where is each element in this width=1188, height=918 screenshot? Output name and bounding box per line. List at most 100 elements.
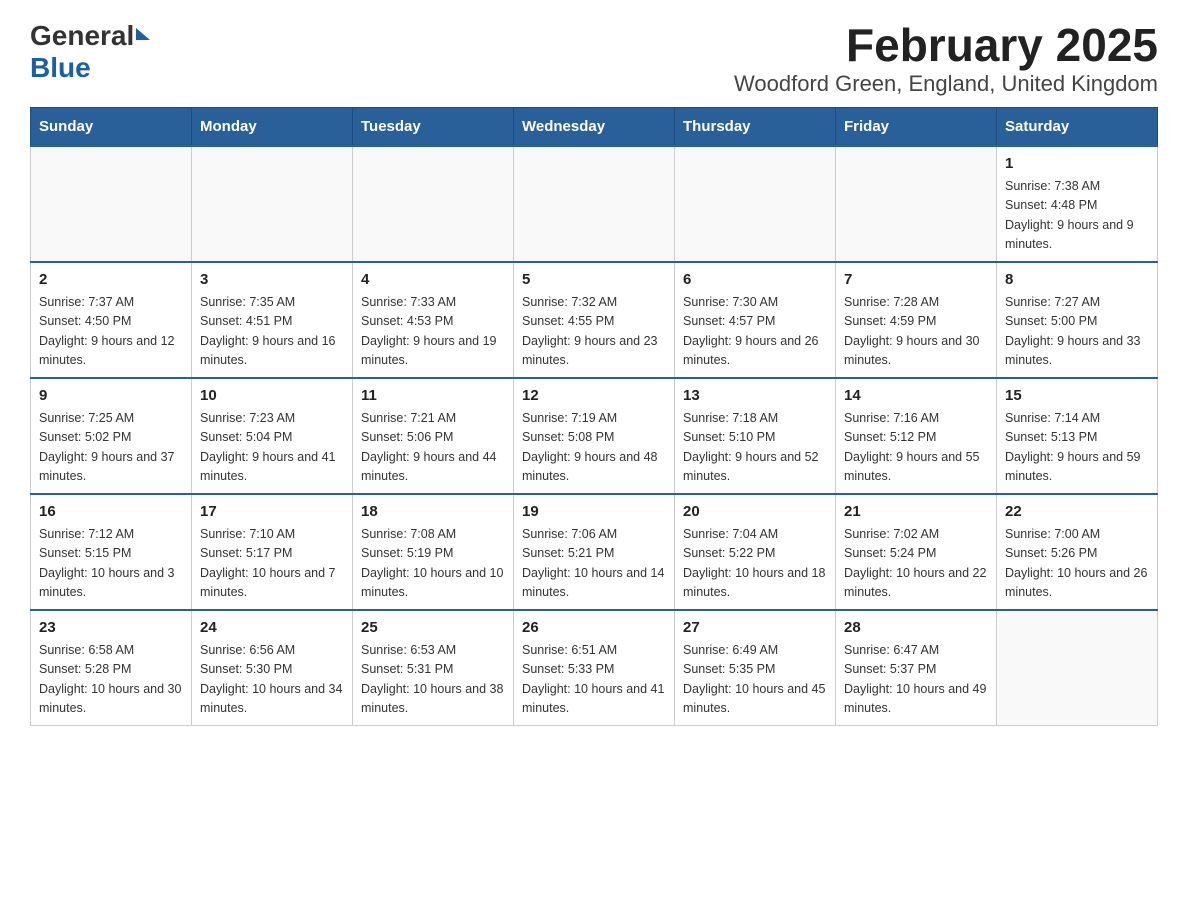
calendar-week-row: 23Sunrise: 6:58 AM Sunset: 5:28 PM Dayli…: [31, 610, 1158, 726]
day-info: Sunrise: 7:04 AM Sunset: 5:22 PM Dayligh…: [683, 525, 827, 603]
calendar-cell: 23Sunrise: 6:58 AM Sunset: 5:28 PM Dayli…: [31, 610, 192, 726]
calendar-cell: 11Sunrise: 7:21 AM Sunset: 5:06 PM Dayli…: [353, 378, 514, 494]
day-number: 8: [1005, 269, 1149, 292]
day-info: Sunrise: 7:02 AM Sunset: 5:24 PM Dayligh…: [844, 525, 988, 603]
calendar-cell: 4Sunrise: 7:33 AM Sunset: 4:53 PM Daylig…: [353, 262, 514, 378]
day-info: Sunrise: 7:18 AM Sunset: 5:10 PM Dayligh…: [683, 409, 827, 487]
calendar-cell: 16Sunrise: 7:12 AM Sunset: 5:15 PM Dayli…: [31, 494, 192, 610]
calendar-cell: 10Sunrise: 7:23 AM Sunset: 5:04 PM Dayli…: [192, 378, 353, 494]
day-number: 23: [39, 617, 183, 640]
logo-general-text: General: [30, 20, 134, 52]
title-block: February 2025 Woodford Green, England, U…: [734, 20, 1158, 97]
calendar-cell: [31, 146, 192, 262]
logo-arrow-icon: [136, 28, 150, 40]
calendar-cell: 21Sunrise: 7:02 AM Sunset: 5:24 PM Dayli…: [836, 494, 997, 610]
calendar-week-row: 16Sunrise: 7:12 AM Sunset: 5:15 PM Dayli…: [31, 494, 1158, 610]
calendar-cell: 17Sunrise: 7:10 AM Sunset: 5:17 PM Dayli…: [192, 494, 353, 610]
calendar-cell: 13Sunrise: 7:18 AM Sunset: 5:10 PM Dayli…: [675, 378, 836, 494]
day-info: Sunrise: 7:37 AM Sunset: 4:50 PM Dayligh…: [39, 293, 183, 371]
day-number: 25: [361, 617, 505, 640]
day-number: 1: [1005, 153, 1149, 176]
weekday-header-thursday: Thursday: [675, 107, 836, 146]
day-number: 3: [200, 269, 344, 292]
calendar-week-row: 9Sunrise: 7:25 AM Sunset: 5:02 PM Daylig…: [31, 378, 1158, 494]
calendar-cell: 18Sunrise: 7:08 AM Sunset: 5:19 PM Dayli…: [353, 494, 514, 610]
calendar-week-row: 1Sunrise: 7:38 AM Sunset: 4:48 PM Daylig…: [31, 146, 1158, 262]
day-number: 24: [200, 617, 344, 640]
page-header: General Blue February 2025 Woodford Gree…: [30, 20, 1158, 97]
calendar-cell: 2Sunrise: 7:37 AM Sunset: 4:50 PM Daylig…: [31, 262, 192, 378]
weekday-header-tuesday: Tuesday: [353, 107, 514, 146]
calendar-cell: 15Sunrise: 7:14 AM Sunset: 5:13 PM Dayli…: [997, 378, 1158, 494]
day-number: 7: [844, 269, 988, 292]
calendar-cell: 24Sunrise: 6:56 AM Sunset: 5:30 PM Dayli…: [192, 610, 353, 726]
day-info: Sunrise: 7:27 AM Sunset: 5:00 PM Dayligh…: [1005, 293, 1149, 371]
calendar-cell: 12Sunrise: 7:19 AM Sunset: 5:08 PM Dayli…: [514, 378, 675, 494]
day-info: Sunrise: 7:16 AM Sunset: 5:12 PM Dayligh…: [844, 409, 988, 487]
calendar-week-row: 2Sunrise: 7:37 AM Sunset: 4:50 PM Daylig…: [31, 262, 1158, 378]
calendar-cell: 1Sunrise: 7:38 AM Sunset: 4:48 PM Daylig…: [997, 146, 1158, 262]
day-info: Sunrise: 7:30 AM Sunset: 4:57 PM Dayligh…: [683, 293, 827, 371]
calendar-cell: 26Sunrise: 6:51 AM Sunset: 5:33 PM Dayli…: [514, 610, 675, 726]
day-number: 28: [844, 617, 988, 640]
day-info: Sunrise: 6:56 AM Sunset: 5:30 PM Dayligh…: [200, 641, 344, 719]
day-number: 11: [361, 385, 505, 408]
day-number: 20: [683, 501, 827, 524]
day-number: 18: [361, 501, 505, 524]
day-info: Sunrise: 7:23 AM Sunset: 5:04 PM Dayligh…: [200, 409, 344, 487]
day-info: Sunrise: 6:58 AM Sunset: 5:28 PM Dayligh…: [39, 641, 183, 719]
calendar-cell: [353, 146, 514, 262]
day-info: Sunrise: 7:19 AM Sunset: 5:08 PM Dayligh…: [522, 409, 666, 487]
calendar-body: 1Sunrise: 7:38 AM Sunset: 4:48 PM Daylig…: [31, 146, 1158, 726]
calendar-cell: 7Sunrise: 7:28 AM Sunset: 4:59 PM Daylig…: [836, 262, 997, 378]
day-info: Sunrise: 7:06 AM Sunset: 5:21 PM Dayligh…: [522, 525, 666, 603]
day-info: Sunrise: 7:32 AM Sunset: 4:55 PM Dayligh…: [522, 293, 666, 371]
day-number: 9: [39, 385, 183, 408]
day-number: 14: [844, 385, 988, 408]
day-info: Sunrise: 6:51 AM Sunset: 5:33 PM Dayligh…: [522, 641, 666, 719]
calendar-cell: 25Sunrise: 6:53 AM Sunset: 5:31 PM Dayli…: [353, 610, 514, 726]
weekday-header-monday: Monday: [192, 107, 353, 146]
day-number: 6: [683, 269, 827, 292]
day-number: 19: [522, 501, 666, 524]
day-number: 26: [522, 617, 666, 640]
day-info: Sunrise: 7:35 AM Sunset: 4:51 PM Dayligh…: [200, 293, 344, 371]
calendar-cell: 8Sunrise: 7:27 AM Sunset: 5:00 PM Daylig…: [997, 262, 1158, 378]
day-info: Sunrise: 7:28 AM Sunset: 4:59 PM Dayligh…: [844, 293, 988, 371]
day-number: 16: [39, 501, 183, 524]
day-number: 10: [200, 385, 344, 408]
day-info: Sunrise: 7:25 AM Sunset: 5:02 PM Dayligh…: [39, 409, 183, 487]
day-info: Sunrise: 6:47 AM Sunset: 5:37 PM Dayligh…: [844, 641, 988, 719]
day-info: Sunrise: 7:21 AM Sunset: 5:06 PM Dayligh…: [361, 409, 505, 487]
calendar-cell: [997, 610, 1158, 726]
day-number: 21: [844, 501, 988, 524]
page-subtitle: Woodford Green, England, United Kingdom: [734, 71, 1158, 97]
day-number: 17: [200, 501, 344, 524]
calendar-cell: 14Sunrise: 7:16 AM Sunset: 5:12 PM Dayli…: [836, 378, 997, 494]
weekday-header-saturday: Saturday: [997, 107, 1158, 146]
calendar-cell: [675, 146, 836, 262]
weekday-header-wednesday: Wednesday: [514, 107, 675, 146]
day-info: Sunrise: 7:14 AM Sunset: 5:13 PM Dayligh…: [1005, 409, 1149, 487]
page-title: February 2025: [734, 20, 1158, 71]
calendar-cell: 20Sunrise: 7:04 AM Sunset: 5:22 PM Dayli…: [675, 494, 836, 610]
day-number: 27: [683, 617, 827, 640]
day-number: 12: [522, 385, 666, 408]
calendar-cell: 22Sunrise: 7:00 AM Sunset: 5:26 PM Dayli…: [997, 494, 1158, 610]
day-number: 5: [522, 269, 666, 292]
calendar-cell: 27Sunrise: 6:49 AM Sunset: 5:35 PM Dayli…: [675, 610, 836, 726]
calendar-cell: 3Sunrise: 7:35 AM Sunset: 4:51 PM Daylig…: [192, 262, 353, 378]
day-info: Sunrise: 7:38 AM Sunset: 4:48 PM Dayligh…: [1005, 177, 1149, 255]
day-number: 4: [361, 269, 505, 292]
calendar-cell: [514, 146, 675, 262]
day-info: Sunrise: 6:53 AM Sunset: 5:31 PM Dayligh…: [361, 641, 505, 719]
calendar-cell: 28Sunrise: 6:47 AM Sunset: 5:37 PM Dayli…: [836, 610, 997, 726]
day-info: Sunrise: 7:00 AM Sunset: 5:26 PM Dayligh…: [1005, 525, 1149, 603]
logo: General Blue: [30, 20, 150, 84]
logo-blue-text: Blue: [30, 52, 91, 83]
day-info: Sunrise: 7:08 AM Sunset: 5:19 PM Dayligh…: [361, 525, 505, 603]
calendar-cell: [836, 146, 997, 262]
calendar-cell: 9Sunrise: 7:25 AM Sunset: 5:02 PM Daylig…: [31, 378, 192, 494]
day-info: Sunrise: 6:49 AM Sunset: 5:35 PM Dayligh…: [683, 641, 827, 719]
day-info: Sunrise: 7:12 AM Sunset: 5:15 PM Dayligh…: [39, 525, 183, 603]
